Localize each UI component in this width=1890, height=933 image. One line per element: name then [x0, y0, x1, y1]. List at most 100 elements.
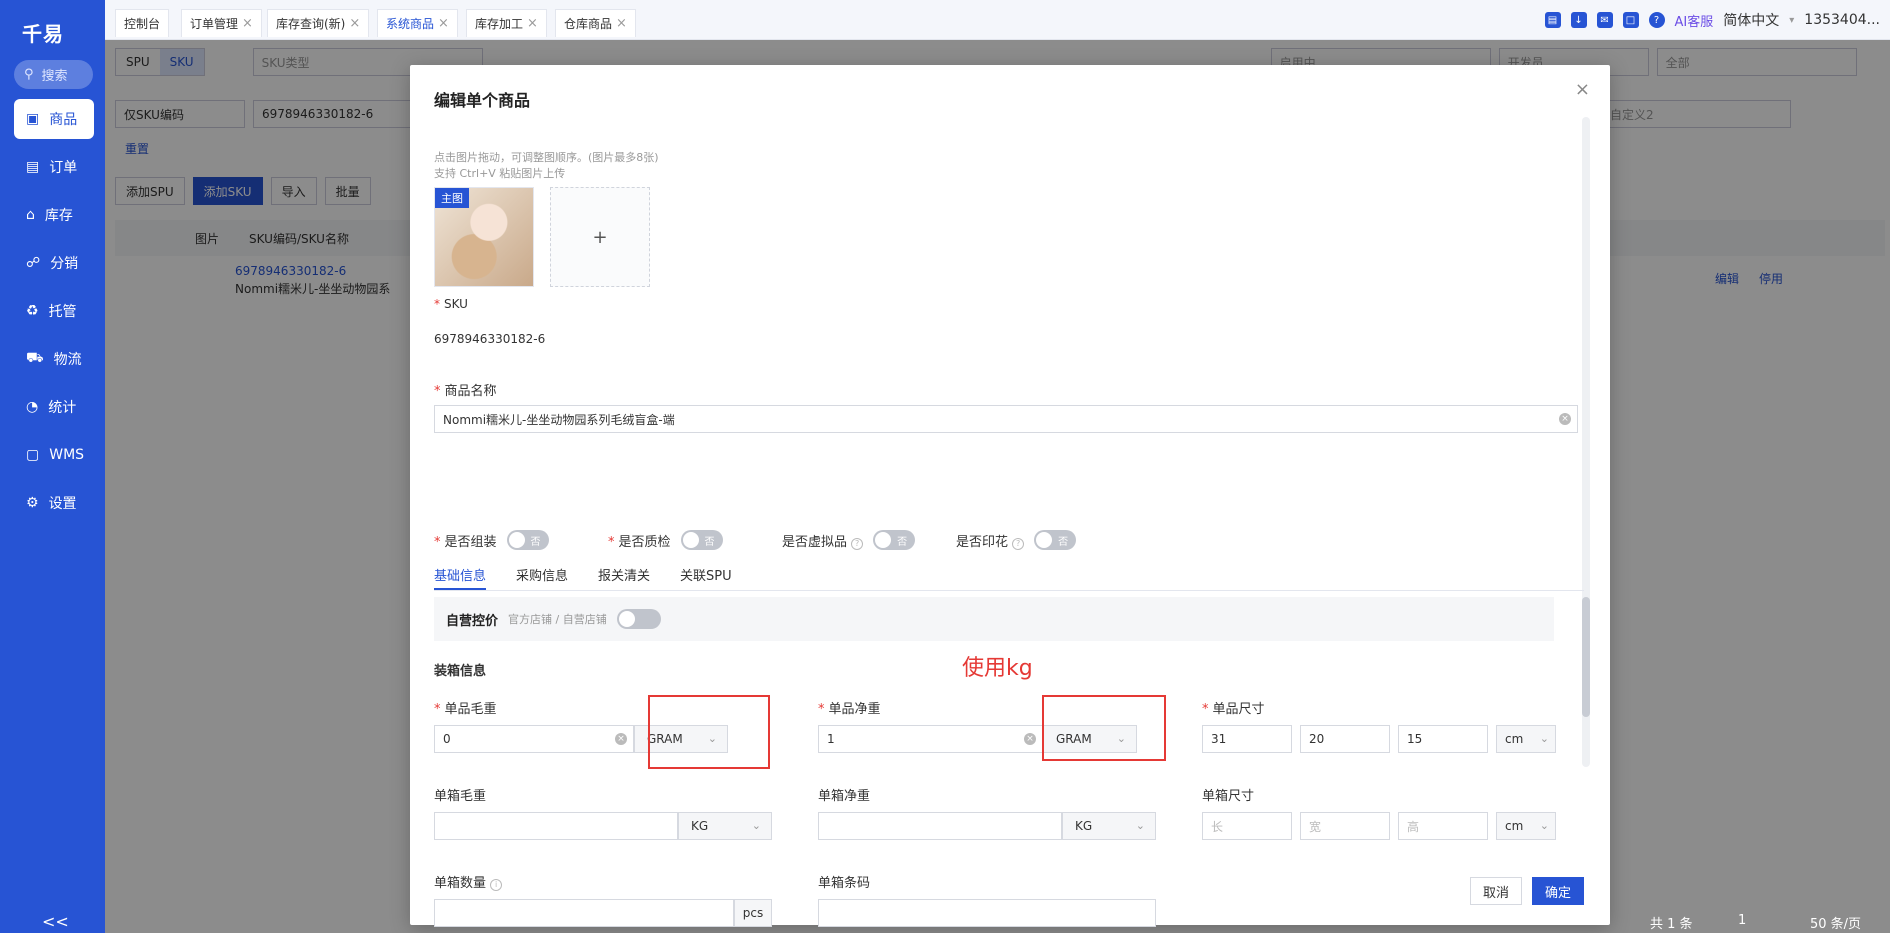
virtual-toggle[interactable]: 否 [873, 530, 916, 550]
qc-toggle-group: * 是否质检 否 [608, 530, 723, 550]
unit-net-label: * 单品净重 [818, 702, 881, 717]
product-name-input[interactable]: Nommi糯米儿-坐坐动物园系列毛绒盲盒-端 × [434, 405, 1578, 433]
sidebar-item-wms[interactable]: ▢ WMS [14, 435, 94, 475]
unit-length-input[interactable]: 31 [1202, 725, 1292, 753]
box-gross-input[interactable] [434, 812, 678, 840]
main-image-badge: 主图 [435, 188, 469, 208]
close-icon[interactable]: × [1575, 79, 1590, 100]
sidebar-item-statistics[interactable]: ◔ 统计 [14, 387, 94, 427]
user-account[interactable]: 1353404... [1804, 12, 1880, 28]
product-main-image[interactable]: 主图 [434, 187, 534, 287]
sidebar-item-products[interactable]: ▣ 商品 [14, 99, 94, 139]
tab-purchase-info[interactable]: 采购信息 [516, 565, 568, 590]
tab-linked-spu[interactable]: 关联SPU [680, 565, 732, 590]
unit-size-unit-select[interactable]: cm ⌄ [1496, 725, 1556, 753]
price-control-toggle[interactable] [616, 609, 661, 629]
info-icon: i [490, 879, 503, 891]
sidebar-search[interactable]: ⚲ 搜索 [14, 60, 93, 89]
sidebar-collapse-button[interactable]: << [42, 912, 69, 931]
sku-label: * SKU [434, 297, 468, 311]
close-icon[interactable]: × [242, 16, 253, 31]
box-net-unit-select[interactable]: KG ⌄ [1062, 812, 1156, 840]
pie-chart-icon: ◔ [26, 399, 39, 415]
sku-value: 6978946330182-6 [434, 332, 546, 346]
sidebar-item-inventory[interactable]: ⌂ 库存 [14, 195, 94, 235]
annotation-box-net [1042, 695, 1166, 761]
gear-icon: ⚙ [26, 495, 39, 511]
box-gross-unit-select[interactable]: KG ⌄ [678, 812, 772, 840]
chevron-down-icon: ⌄ [751, 819, 761, 832]
qc-toggle[interactable]: 否 [680, 530, 723, 550]
truck-icon: ⛟ [26, 350, 44, 366]
tab-customs[interactable]: 报关清关 [598, 565, 650, 590]
unit-gross-label: * 单品毛重 [434, 702, 497, 717]
tab-system-products[interactable]: 系统商品 × [377, 9, 458, 37]
print-toggle[interactable]: 否 [1034, 530, 1077, 550]
tab-console[interactable]: 控制台 [115, 9, 170, 37]
pager-current[interactable]: 1 [1738, 913, 1746, 928]
app-logo: 千易 [22, 22, 64, 46]
annotation-text: 使用kg [962, 656, 1033, 681]
box-qty-input[interactable] [434, 899, 734, 927]
bell-icon[interactable]: ✉ [1596, 12, 1613, 28]
unit-height-input[interactable]: 15 [1398, 725, 1488, 753]
box-width-input[interactable]: 宽 [1300, 812, 1390, 840]
modal-scrollbar[interactable] [1582, 117, 1590, 767]
box-gross-label: 单箱毛重 [434, 789, 487, 804]
unit-gross-input[interactable]: 0 × [434, 725, 634, 753]
annotation-box-gross [648, 695, 770, 769]
add-image-button[interactable]: + [550, 187, 650, 287]
box-section-title: 装箱信息 [434, 664, 487, 679]
tab-warehouse-products[interactable]: 仓库商品 × [555, 9, 636, 37]
clear-icon[interactable]: × [1559, 413, 1571, 425]
sidebar-item-label: 设置 [48, 496, 77, 512]
hosting-icon: ♻ [26, 303, 39, 319]
sidebar-item-distribution[interactable]: ☍ 分销 [14, 243, 94, 283]
close-icon[interactable]: × [527, 16, 538, 31]
download-icon[interactable]: ↓ [1570, 12, 1587, 28]
clear-icon[interactable]: × [1024, 733, 1036, 745]
box-size-unit-select[interactable]: cm ⌄ [1496, 812, 1556, 840]
unit-width-input[interactable]: 20 [1300, 725, 1390, 753]
box-net-input[interactable] [818, 812, 1062, 840]
ai-support-link[interactable]: AI客服 [1675, 11, 1714, 30]
expand-icon[interactable]: □ [1622, 12, 1639, 28]
close-icon[interactable]: × [438, 16, 449, 31]
box-net-label: 单箱净重 [818, 789, 871, 804]
sidebar-item-label: 库存 [44, 208, 73, 224]
tab-label: 控制台 [124, 17, 161, 31]
price-control-bar: 自营控价 官方店铺 / 自营店铺 [434, 597, 1554, 641]
box-icon: ▣ [26, 111, 40, 127]
close-icon[interactable]: × [349, 16, 360, 31]
assembly-toggle[interactable]: 否 [506, 530, 549, 550]
close-icon[interactable]: × [616, 16, 627, 31]
tab-label: 库存加工 [475, 17, 524, 31]
image-hint: 点击图片拖动，可调整图顺序。(图片最多8张) [434, 151, 659, 164]
price-control-label: 自营控价 [446, 613, 499, 629]
confirm-button[interactable]: 确定 [1532, 877, 1584, 905]
cancel-button[interactable]: 取消 [1470, 877, 1522, 905]
box-barcode-input[interactable] [818, 899, 1156, 927]
tab-label: 库存查询(新) [276, 17, 346, 31]
clear-icon[interactable]: × [615, 733, 627, 745]
modal-title: 编辑单个商品 [434, 91, 531, 110]
clipboard-icon[interactable]: ▤ [1544, 12, 1561, 28]
sidebar-search-label: 搜索 [41, 69, 68, 84]
sidebar-item-orders[interactable]: ▤ 订单 [14, 147, 94, 187]
tab-orders[interactable]: 订单管理 × [181, 9, 262, 37]
sidebar-item-settings[interactable]: ⚙ 设置 [14, 483, 94, 523]
sidebar-item-hosting[interactable]: ♻ 托管 [14, 291, 94, 331]
pager-size-select[interactable]: 50 条/页 [1810, 913, 1861, 932]
language-select[interactable]: 简体中文 [1723, 10, 1779, 30]
virtual-toggle-group: 是否虚拟品 ? 否 [782, 530, 916, 550]
box-height-input[interactable]: 高 [1398, 812, 1488, 840]
top-bar: 控制台 订单管理 × 库存查询(新) × 系统商品 × 库存加工 × 仓库商品 × ▤ ↓… [105, 0, 1890, 40]
tab-basic-info[interactable]: 基础信息 [434, 565, 487, 590]
box-size-label: 单箱尺寸 [1202, 789, 1255, 804]
sidebar-item-logistics[interactable]: ⛟ 物流 [14, 339, 94, 379]
help-icon[interactable]: ? [1648, 12, 1665, 28]
unit-net-input[interactable]: 1 × [818, 725, 1043, 753]
tab-stock-query[interactable]: 库存查询(新) × [267, 9, 370, 37]
box-length-input[interactable]: 长 [1202, 812, 1292, 840]
tab-stock-processing[interactable]: 库存加工 × [466, 9, 547, 37]
